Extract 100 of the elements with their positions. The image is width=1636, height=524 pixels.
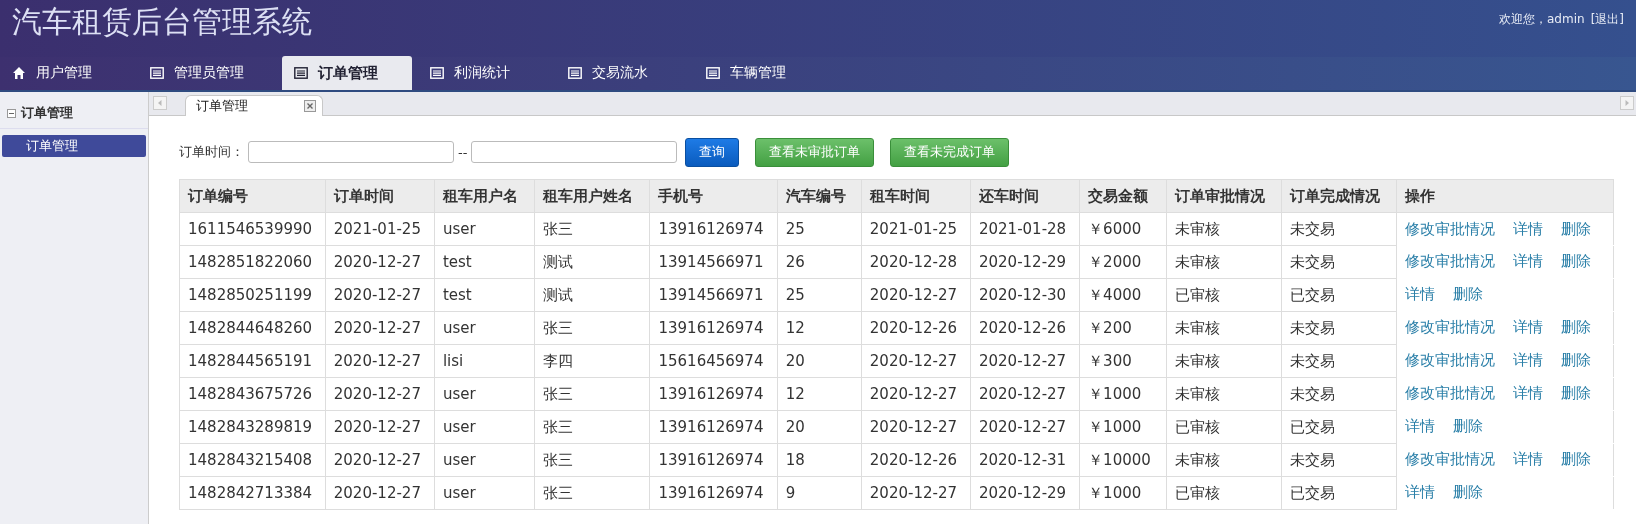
table-cell: 12 bbox=[777, 377, 862, 411]
table-cell: 13916126974 bbox=[649, 443, 778, 477]
action-link[interactable]: 删除 bbox=[1560, 384, 1591, 403]
table-cell: 2020-12-26 bbox=[861, 443, 971, 477]
action-link[interactable]: 删除 bbox=[1452, 285, 1483, 304]
scroll-left-icon[interactable] bbox=[153, 96, 167, 110]
table-cell: ￥1000 bbox=[1079, 476, 1167, 510]
nav-tab[interactable]: 利润统计 bbox=[418, 56, 556, 90]
nav-tab[interactable]: 交易流水 bbox=[556, 56, 694, 90]
table-cell: 2020-12-27 bbox=[861, 410, 971, 444]
action-link[interactable]: 修改审批情况 bbox=[1404, 252, 1495, 271]
table-cell: 测试 bbox=[534, 245, 650, 279]
table-cell: 2020-12-27 bbox=[861, 278, 971, 312]
action-link[interactable]: 详情 bbox=[1512, 252, 1543, 271]
table-cell: 已交易 bbox=[1281, 278, 1397, 312]
nav-tab[interactable]: 管理员管理 bbox=[138, 56, 276, 90]
table-cell: 2020-12-31 bbox=[970, 443, 1080, 477]
table-cell: 未交易 bbox=[1281, 311, 1397, 345]
table-cell: 未交易 bbox=[1281, 344, 1397, 378]
table-cell: 2020-12-27 bbox=[861, 344, 971, 378]
table-cell: 1482844648260 bbox=[179, 311, 326, 345]
table-cell: 25 bbox=[777, 212, 862, 246]
table-cell: 1482850251199 bbox=[179, 278, 326, 312]
table-cell: 2020-12-27 bbox=[325, 476, 435, 510]
collapse-icon[interactable] bbox=[7, 108, 16, 118]
table-cell: 2020-12-27 bbox=[325, 410, 435, 444]
table-cell: 1611546539990 bbox=[179, 212, 326, 246]
end-date-field[interactable] bbox=[471, 141, 678, 163]
table-cell: test bbox=[434, 245, 535, 279]
table-cell: user bbox=[434, 443, 535, 477]
table-cell: 1482842713384 bbox=[179, 476, 326, 510]
sidebar-item[interactable]: 订单管理 bbox=[2, 135, 146, 157]
action-link[interactable]: 详情 bbox=[1404, 417, 1435, 436]
filter-button[interactable]: 查看未完成订单 bbox=[890, 137, 1010, 167]
close-icon[interactable] bbox=[304, 100, 316, 112]
table-cell: 2020-12-27 bbox=[970, 410, 1080, 444]
table-cell: 26 bbox=[777, 245, 862, 279]
table-cell: 未审核 bbox=[1166, 443, 1282, 477]
table-cell: ￥300 bbox=[1079, 344, 1167, 378]
action-link[interactable]: 删除 bbox=[1560, 252, 1591, 271]
table-cell: 张三 bbox=[534, 410, 650, 444]
scroll-right-icon[interactable] bbox=[1620, 96, 1634, 110]
action-link[interactable]: 删除 bbox=[1560, 351, 1591, 370]
table-cell: 未交易 bbox=[1281, 245, 1397, 279]
table-cell: 1482851822060 bbox=[179, 245, 326, 279]
column-header: 汽车编号 bbox=[777, 179, 862, 213]
table-cell: ￥1000 bbox=[1079, 410, 1167, 444]
table-cell: 25 bbox=[777, 278, 862, 312]
table-cell: 1482843289819 bbox=[179, 410, 326, 444]
table-cell: 未审核 bbox=[1166, 311, 1282, 345]
table-cell: 2020-12-27 bbox=[861, 476, 971, 510]
table-cell: 9 bbox=[777, 476, 862, 510]
list-icon bbox=[430, 66, 444, 80]
table-cell: user bbox=[434, 311, 535, 345]
table-cell: 未交易 bbox=[1281, 443, 1397, 477]
action-link[interactable]: 删除 bbox=[1560, 219, 1591, 239]
action-link[interactable]: 删除 bbox=[1560, 450, 1591, 469]
action-link[interactable]: 详情 bbox=[1512, 384, 1543, 403]
action-link[interactable]: 修改审批情况 bbox=[1404, 351, 1495, 370]
query-button[interactable]: 查询 bbox=[685, 137, 740, 167]
column-header: 交易金额 bbox=[1079, 179, 1167, 213]
column-header: 订单完成情况 bbox=[1281, 179, 1397, 213]
action-link[interactable]: 详情 bbox=[1404, 285, 1435, 304]
table-cell: 张三 bbox=[534, 311, 650, 345]
action-link[interactable]: 修改审批情况 bbox=[1404, 219, 1495, 239]
table-cell: user bbox=[434, 476, 535, 510]
action-link[interactable]: 修改审批情况 bbox=[1404, 384, 1495, 403]
column-header: 租车时间 bbox=[861, 179, 971, 213]
start-date-field[interactable] bbox=[248, 141, 454, 163]
action-link[interactable]: 修改审批情况 bbox=[1404, 450, 1495, 469]
welcome-text: 欢迎您，admin bbox=[1499, 11, 1585, 28]
table-cell: 2020-12-27 bbox=[861, 377, 971, 411]
action-link[interactable]: 详情 bbox=[1512, 351, 1543, 370]
table-cell: lisi bbox=[434, 344, 535, 378]
table-cell: 李四 bbox=[534, 344, 650, 378]
table-cell: 已审核 bbox=[1166, 410, 1282, 444]
column-header: 订单审批情况 bbox=[1166, 179, 1282, 213]
logout-link[interactable]: [退出] bbox=[1590, 11, 1624, 28]
action-link[interactable]: 详情 bbox=[1512, 450, 1543, 469]
page-tab[interactable]: 订单管理 bbox=[185, 95, 323, 116]
app-title: 汽车租赁后台管理系统 bbox=[12, 3, 312, 41]
action-link[interactable]: 删除 bbox=[1452, 483, 1483, 502]
table-cell: 已交易 bbox=[1281, 476, 1397, 510]
table-cell: test bbox=[434, 278, 535, 312]
table-cell: 13916126974 bbox=[649, 377, 778, 411]
action-link[interactable]: 详情 bbox=[1512, 219, 1543, 239]
action-link[interactable]: 修改审批情况 bbox=[1404, 318, 1495, 337]
table-cell: 未审核 bbox=[1166, 377, 1282, 411]
table-cell: 2021-01-25 bbox=[861, 212, 971, 246]
action-link[interactable]: 删除 bbox=[1560, 318, 1591, 337]
filter-button[interactable]: 查看未审批订单 bbox=[755, 137, 875, 167]
table-cell: 2020-12-27 bbox=[325, 245, 435, 279]
nav-tab[interactable]: 用户管理 bbox=[0, 56, 138, 90]
nav-tab[interactable]: 订单管理 bbox=[282, 56, 412, 90]
table-cell: 2020-12-27 bbox=[970, 344, 1080, 378]
action-link[interactable]: 详情 bbox=[1512, 318, 1543, 337]
nav-tab[interactable]: 车辆管理 bbox=[694, 56, 832, 90]
action-link[interactable]: 删除 bbox=[1452, 417, 1483, 436]
table-cell: 2020-12-27 bbox=[325, 344, 435, 378]
action-link[interactable]: 详情 bbox=[1404, 483, 1435, 502]
